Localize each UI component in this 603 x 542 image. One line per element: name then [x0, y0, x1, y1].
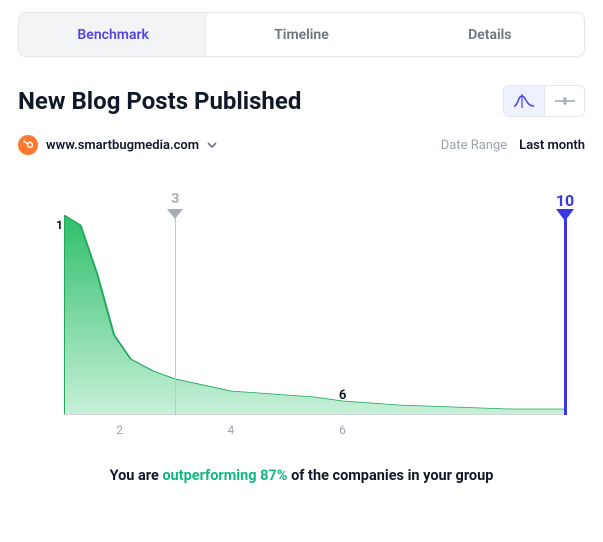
chart-type-toggle — [503, 85, 585, 117]
summary-suffix: of the companies in your group — [287, 467, 493, 484]
domain-picker[interactable]: www.smartbugmedia.com — [18, 135, 217, 155]
domain-name: www.smartbugmedia.com — [46, 138, 199, 153]
date-range-value: Last month — [519, 138, 585, 153]
median-marker-line — [175, 215, 176, 415]
tab-benchmark[interactable]: Benchmark — [19, 13, 207, 56]
date-range-picker[interactable]: Date Range Last month — [441, 138, 585, 153]
tab-bar: Benchmark Timeline Details — [18, 12, 585, 57]
summary-text: You are outperforming 87% of the compani… — [18, 467, 585, 484]
date-range-label: Date Range — [441, 138, 507, 153]
density-view-button[interactable] — [504, 86, 544, 116]
page-title: New Blog Posts Published — [18, 87, 301, 115]
peak-y-label: 1 — [56, 218, 63, 232]
you-marker-label: 10 — [556, 191, 574, 210]
line-chart-icon — [554, 94, 576, 108]
tab-timeline[interactable]: Timeline — [207, 13, 395, 56]
chevron-down-icon — [207, 138, 217, 152]
x-tick-2: 2 — [116, 423, 123, 437]
summary-highlight: outperforming 87% — [162, 467, 287, 484]
tab-details[interactable]: Details — [396, 13, 584, 56]
you-marker-line — [564, 215, 567, 415]
density-curve-icon — [513, 94, 535, 108]
header-row: New Blog Posts Published — [18, 85, 585, 117]
summary-prefix: You are — [110, 467, 163, 484]
median-marker-label: 3 — [171, 191, 179, 207]
distribution-area — [64, 215, 565, 415]
subheader-row: www.smartbugmedia.com Date Range Last mo… — [18, 135, 585, 155]
you-marker-triangle-icon — [556, 209, 574, 221]
x-axis — [64, 414, 565, 415]
x-tick-6: 6 — [339, 423, 346, 437]
hubspot-logon-icon — [18, 135, 38, 155]
median-marker-triangle-icon — [167, 209, 183, 219]
tail-x-label: 6 — [339, 388, 346, 403]
chart-plot: 2 4 6 3 10 1 6 — [64, 215, 565, 415]
chart: 2 4 6 3 10 1 6 — [18, 185, 585, 445]
x-tick-4: 4 — [227, 423, 234, 437]
line-view-button[interactable] — [544, 86, 584, 116]
